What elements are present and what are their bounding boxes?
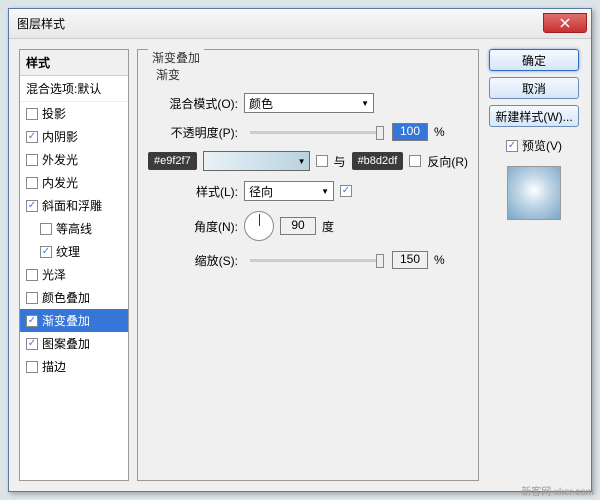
style-label: 描边 <box>42 358 66 375</box>
style-item-投影[interactable]: 投影 <box>20 102 128 125</box>
style-checkbox[interactable] <box>26 131 38 143</box>
color-start-swatch[interactable]: #e9f2f7 <box>148 152 197 170</box>
close-button[interactable] <box>543 13 587 33</box>
style-item-内阴影[interactable]: 内阴影 <box>20 125 128 148</box>
scale-input[interactable]: 150 <box>392 251 428 269</box>
style-label: 样式(L): <box>148 183 238 200</box>
dropdown-arrow-icon: ▼ <box>321 187 329 196</box>
align-checkbox[interactable] <box>316 155 328 167</box>
align-label: 与 <box>334 153 346 170</box>
style-label: 渐变叠加 <box>42 312 90 329</box>
reverse-checkbox[interactable] <box>409 155 421 167</box>
styles-list: 样式 混合选项:默认 投影内阴影外发光内发光斜面和浮雕等高线纹理光泽颜色叠加渐变… <box>19 49 129 481</box>
style-item-光泽[interactable]: 光泽 <box>20 263 128 286</box>
dropdown-arrow-icon: ▼ <box>361 99 369 108</box>
preview-swatch <box>507 166 561 220</box>
style-label: 斜面和浮雕 <box>42 197 102 214</box>
style-checkbox[interactable] <box>26 338 38 350</box>
dropdown-arrow-icon: ▼ <box>298 157 306 166</box>
style-label: 图案叠加 <box>42 335 90 352</box>
style-label: 光泽 <box>42 266 66 283</box>
style-checkbox[interactable] <box>40 246 52 258</box>
style-checkbox[interactable] <box>26 361 38 373</box>
preview-checkbox[interactable] <box>506 140 518 152</box>
style-item-渐变叠加[interactable]: 渐变叠加 <box>20 309 128 332</box>
style-item-外发光[interactable]: 外发光 <box>20 148 128 171</box>
titlebar: 图层样式 <box>9 9 591 39</box>
angle-label: 角度(N): <box>148 218 238 235</box>
scale-slider-thumb[interactable] <box>376 254 384 268</box>
opacity-slider-thumb[interactable] <box>376 126 384 140</box>
panel-title: 渐变叠加 <box>148 49 204 66</box>
align-layer-checkbox[interactable] <box>340 185 352 197</box>
styles-header: 样式 <box>20 50 128 76</box>
cancel-button[interactable]: 取消 <box>489 77 579 99</box>
style-item-斜面和浮雕[interactable]: 斜面和浮雕 <box>20 194 128 217</box>
panel-subtitle: 渐变 <box>156 66 468 83</box>
window-title: 图层样式 <box>17 15 65 32</box>
blend-options-item[interactable]: 混合选项:默认 <box>20 76 128 102</box>
style-label: 投影 <box>42 105 66 122</box>
scale-label: 缩放(S): <box>148 252 238 269</box>
blend-mode-value: 颜色 <box>249 95 273 112</box>
opacity-label: 不透明度(P): <box>148 124 238 141</box>
action-panel: 确定 取消 新建样式(W)... 预览(V) <box>487 49 581 481</box>
gradient-overlay-panel: 渐变叠加 渐变 混合模式(O): 颜色 ▼ 不透明度(P): 100 % #e9… <box>137 49 479 481</box>
layer-style-dialog: 图层样式 样式 混合选项:默认 投影内阴影外发光内发光斜面和浮雕等高线纹理光泽颜… <box>8 8 592 492</box>
new-style-button[interactable]: 新建样式(W)... <box>489 105 579 127</box>
style-value: 径向 <box>249 183 273 200</box>
style-item-纹理[interactable]: 纹理 <box>20 240 128 263</box>
style-checkbox[interactable] <box>26 177 38 189</box>
style-checkbox[interactable] <box>26 154 38 166</box>
scale-unit: % <box>434 253 445 267</box>
close-icon <box>560 18 570 28</box>
opacity-slider[interactable] <box>250 131 380 134</box>
style-select[interactable]: 径向 ▼ <box>244 181 334 201</box>
style-checkbox[interactable] <box>26 269 38 281</box>
dialog-body: 样式 混合选项:默认 投影内阴影外发光内发光斜面和浮雕等高线纹理光泽颜色叠加渐变… <box>9 39 591 491</box>
style-item-内发光[interactable]: 内发光 <box>20 171 128 194</box>
style-item-图案叠加[interactable]: 图案叠加 <box>20 332 128 355</box>
angle-unit: 度 <box>322 218 334 235</box>
preview-label: 预览(V) <box>522 137 562 154</box>
reverse-label: 反向(R) <box>427 153 468 170</box>
angle-input[interactable]: 90 <box>280 217 316 235</box>
angle-dial[interactable] <box>244 211 274 241</box>
style-checkbox[interactable] <box>26 200 38 212</box>
style-item-等高线[interactable]: 等高线 <box>20 217 128 240</box>
style-label: 内阴影 <box>42 128 78 145</box>
scale-slider[interactable] <box>250 259 380 262</box>
style-item-颜色叠加[interactable]: 颜色叠加 <box>20 286 128 309</box>
gradient-picker[interactable]: ▼ <box>203 151 310 171</box>
watermark: 新客网 xker.com <box>521 483 594 498</box>
style-checkbox[interactable] <box>26 292 38 304</box>
style-checkbox[interactable] <box>26 315 38 327</box>
style-checkbox[interactable] <box>40 223 52 235</box>
opacity-unit: % <box>434 125 445 139</box>
style-item-描边[interactable]: 描边 <box>20 355 128 378</box>
style-label: 颜色叠加 <box>42 289 90 306</box>
blend-mode-select[interactable]: 颜色 ▼ <box>244 93 374 113</box>
style-label: 外发光 <box>42 151 78 168</box>
opacity-input[interactable]: 100 <box>392 123 428 141</box>
style-label: 纹理 <box>56 243 80 260</box>
color-end-swatch[interactable]: #b8d2df <box>352 152 404 170</box>
ok-button[interactable]: 确定 <box>489 49 579 71</box>
style-checkbox[interactable] <box>26 108 38 120</box>
blend-mode-label: 混合模式(O): <box>148 95 238 112</box>
style-label: 等高线 <box>56 220 92 237</box>
style-label: 内发光 <box>42 174 78 191</box>
